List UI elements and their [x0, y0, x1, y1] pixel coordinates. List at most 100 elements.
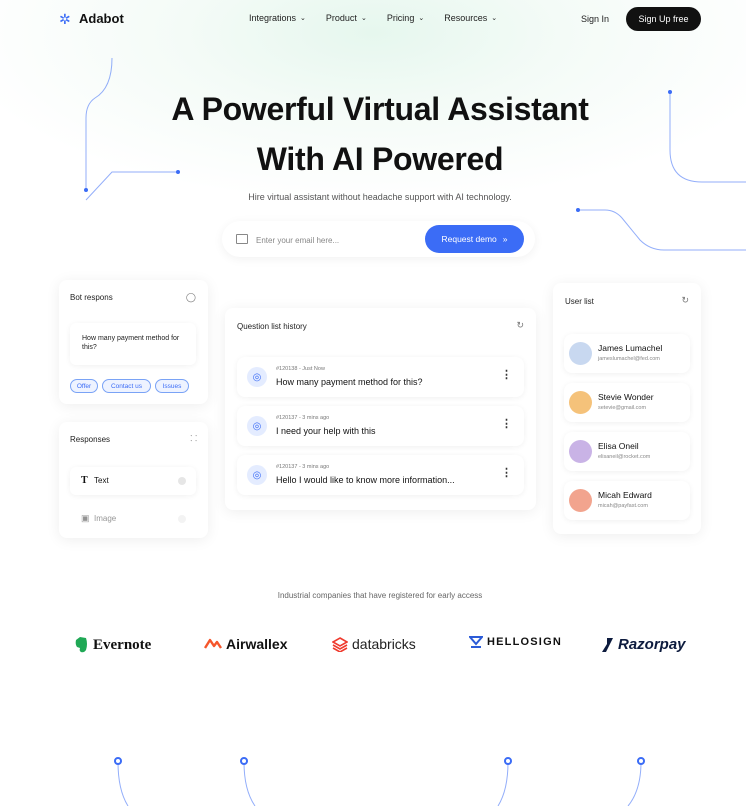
- request-demo-label: Request demo: [441, 234, 497, 244]
- bot-card-title: Bot respons: [70, 293, 113, 302]
- chevron-down-icon: ⌄: [491, 15, 498, 22]
- question-text: I need your help with this: [276, 426, 376, 436]
- hero-title-line2: With AI Powered: [256, 141, 504, 177]
- radio-indicator: [178, 515, 186, 523]
- razorpay-logo-text: Razorpay: [618, 636, 686, 653]
- user-name: Micah Edward: [598, 490, 652, 500]
- double-chevron-right-icon: »: [502, 234, 508, 244]
- menu-item-label: Pricing: [386, 13, 415, 23]
- tag-issues[interactable]: Issues: [155, 379, 189, 393]
- brand-name: Adabot: [79, 11, 124, 26]
- more-options-icon[interactable]: ⋮: [501, 466, 512, 479]
- refresh-icon[interactable]: ↻: [516, 320, 524, 331]
- user-list-card: User list ↻ James Lumachel jameslumachel…: [553, 283, 701, 534]
- mail-icon: [236, 234, 248, 244]
- menu-item-integrations[interactable]: Integrations ⌄: [249, 13, 306, 23]
- menu-item-label: Integrations: [249, 13, 297, 23]
- question-meta: #120137 - 3 mins ago: [276, 464, 330, 470]
- avatar: [569, 440, 592, 463]
- text-type-icon: T: [81, 475, 88, 486]
- sparkle-icon: ✲: [59, 10, 71, 27]
- airwallex-mark-icon: [204, 638, 222, 649]
- bot-avatar-icon: ◎: [247, 367, 267, 387]
- question-text: Hello I would like to know more informat…: [276, 475, 455, 485]
- avatar: [569, 391, 592, 414]
- refresh-icon[interactable]: ↻: [681, 295, 689, 306]
- user-item[interactable]: Micah Edward micah@payfast.com: [564, 481, 690, 520]
- menu-item-label: Resources: [444, 13, 488, 23]
- question-item[interactable]: ◎ #120138 - Just Now How many payment me…: [237, 357, 524, 397]
- bot-avatar-icon: ◎: [247, 465, 267, 485]
- user-email: jameslumachel@fed.com: [598, 356, 660, 362]
- databricks-logo: databricks: [332, 636, 416, 652]
- image-type-icon: ▣: [81, 513, 90, 523]
- user-name: Elisa Oneil: [598, 441, 639, 451]
- response-type-label: Text: [94, 476, 109, 485]
- avatar: [569, 342, 592, 365]
- hellosign-mark-icon: [469, 636, 483, 648]
- partners-caption: Industrial companies that have registere…: [277, 591, 483, 600]
- menu-item-resources[interactable]: Resources ⌄: [444, 13, 497, 23]
- request-demo-button[interactable]: Request demo »: [425, 225, 524, 253]
- razorpay-logo: Razorpay: [602, 636, 686, 653]
- responses-card: Responses ⸬ T Text ▣ Image: [59, 422, 208, 538]
- chat-bubble-icon[interactable]: ◯: [186, 292, 196, 303]
- question-meta: #120137 - 3 mins ago: [276, 415, 330, 421]
- question-meta: #120138 - Just Now: [276, 366, 325, 372]
- hellosign-logo: HELLOSIGN: [469, 636, 562, 648]
- user-item[interactable]: James Lumachel jameslumachel@fed.com: [564, 334, 690, 373]
- question-history-card: Question list history ↻ ◎ #120138 - Just…: [225, 308, 536, 510]
- airwallex-logo-text: Airwallex: [226, 636, 288, 652]
- radio-indicator: [178, 477, 186, 485]
- question-item[interactable]: ◎ #120137 - 3 mins ago I need your help …: [237, 406, 524, 446]
- chevron-down-icon: ⌄: [360, 15, 367, 22]
- responses-card-title: Responses: [70, 435, 111, 444]
- user-name: James Lumachel: [598, 343, 663, 353]
- razorpay-mark-icon: [602, 637, 613, 652]
- response-type-label: Image: [94, 514, 117, 523]
- brand-logo[interactable]: ✲ Adabot: [59, 11, 124, 26]
- bot-avatar-icon: ◎: [247, 416, 267, 436]
- user-card-title: User list: [565, 297, 594, 306]
- tag-contact-us[interactable]: Contact us: [102, 379, 151, 393]
- bot-message: How many payment method for this?: [70, 323, 196, 365]
- question-text: How many payment method for this?: [276, 377, 423, 387]
- user-item[interactable]: Stevie Wonder setevie@gmail.com: [564, 383, 690, 422]
- evernote-logo-text: Evernote: [93, 636, 152, 653]
- grid-add-icon[interactable]: ⸬: [190, 433, 197, 444]
- chevron-down-icon: ⌄: [418, 15, 425, 22]
- top-navigation: ✲ Adabot Integrations ⌄ Product ⌄ Pricin…: [0, 7, 746, 33]
- hellosign-logo-text: HELLOSIGN: [487, 636, 562, 648]
- signin-link[interactable]: Sign In: [581, 14, 609, 24]
- hero-title-line1: A Powerful Virtual Assistant: [171, 91, 589, 127]
- more-options-icon[interactable]: ⋮: [501, 368, 512, 381]
- elephant-icon: [75, 637, 87, 653]
- email-input[interactable]: [254, 231, 418, 249]
- airwallex-logo: Airwallex: [204, 636, 287, 652]
- more-options-icon[interactable]: ⋮: [501, 417, 512, 430]
- user-item[interactable]: Elisa Oneil elisaneil@rocket.com: [564, 432, 690, 471]
- avatar: [569, 489, 592, 512]
- email-signup-form: Request demo »: [222, 221, 535, 257]
- user-email: elisaneil@rocket.com: [598, 454, 651, 460]
- tag-offer[interactable]: Offer: [70, 379, 98, 393]
- user-email: micah@payfast.com: [598, 503, 648, 509]
- bot-response-card: Bot respons ◯ How many payment method fo…: [59, 280, 208, 404]
- user-name: Stevie Wonder: [598, 392, 654, 402]
- evernote-logo: Evernote: [73, 636, 151, 654]
- question-item[interactable]: ◎ #120137 - 3 mins ago Hello I would lik…: [237, 455, 524, 495]
- signup-button[interactable]: Sign Up free: [626, 7, 701, 31]
- hero-title: A Powerful Virtual Assistant With AI Pow…: [0, 84, 746, 184]
- response-type-text[interactable]: T Text: [70, 467, 196, 495]
- hero-subtitle: Hire virtual assistant without headache …: [248, 192, 512, 202]
- question-card-title: Question list history: [237, 322, 307, 331]
- chevron-down-icon: ⌄: [300, 15, 306, 22]
- databricks-logo-text: databricks: [352, 636, 416, 652]
- menu-item-label: Product: [325, 13, 357, 23]
- user-email: setevie@gmail.com: [598, 405, 647, 411]
- bot-message-text: How many payment method for this?: [82, 335, 180, 351]
- menu-item-product[interactable]: Product ⌄: [326, 13, 367, 23]
- databricks-stack-icon: [332, 637, 348, 652]
- menu-item-pricing[interactable]: Pricing ⌄: [387, 13, 424, 23]
- response-type-image[interactable]: ▣ Image: [70, 505, 196, 533]
